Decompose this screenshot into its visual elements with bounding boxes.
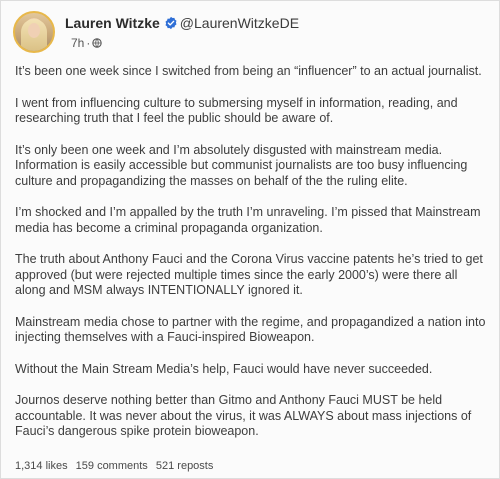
post-card: Lauren Witzke @LaurenWitzkeDE 7h · It’s be… — [0, 0, 500, 479]
post-paragraph: Mainstream media chose to partner with t… — [15, 314, 486, 345]
post-paragraph: I’m shocked and I’m appalled by the trut… — [15, 205, 481, 235]
post-paragraph: The truth about Anthony Fauci and the Co… — [15, 252, 483, 297]
meta-separator: · — [86, 36, 91, 50]
post-header: Lauren Witzke @LaurenWitzkeDE 7h · — [13, 9, 483, 55]
post-body: It’s been one week since I switched from… — [15, 64, 491, 456]
post-time[interactable]: 7h — [71, 36, 84, 50]
author-avatar[interactable] — [13, 11, 55, 53]
comments-count[interactable]: 159 comments — [76, 460, 148, 472]
post-paragraph: It’s been one week since I switched from… — [15, 64, 482, 78]
avatar-face — [28, 23, 40, 38]
author-name[interactable]: Lauren Witzke — [65, 15, 160, 31]
post-stats: 1,314 likes 159 comments 521 reposts — [15, 460, 218, 473]
post-paragraph: Without the Main Stream Media’s help, Fa… — [15, 361, 433, 376]
author-handle[interactable]: @LaurenWitzkeDE — [180, 15, 299, 31]
verified-badge-icon — [165, 16, 177, 30]
post-paragraph: I went from influencing culture to subme… — [15, 95, 458, 126]
post-meta: 7h · — [71, 36, 103, 50]
reposts-count[interactable]: 521 reposts — [156, 460, 213, 472]
globe-icon — [92, 38, 103, 48]
post-paragraph: Journos deserve nothing better than Gitm… — [15, 393, 472, 438]
likes-count[interactable]: 1,314 likes — [15, 460, 68, 472]
author-line: Lauren Witzke @LaurenWitzkeDE — [65, 15, 299, 31]
post-paragraph: It’s only been one week and I’m absolute… — [15, 142, 468, 188]
